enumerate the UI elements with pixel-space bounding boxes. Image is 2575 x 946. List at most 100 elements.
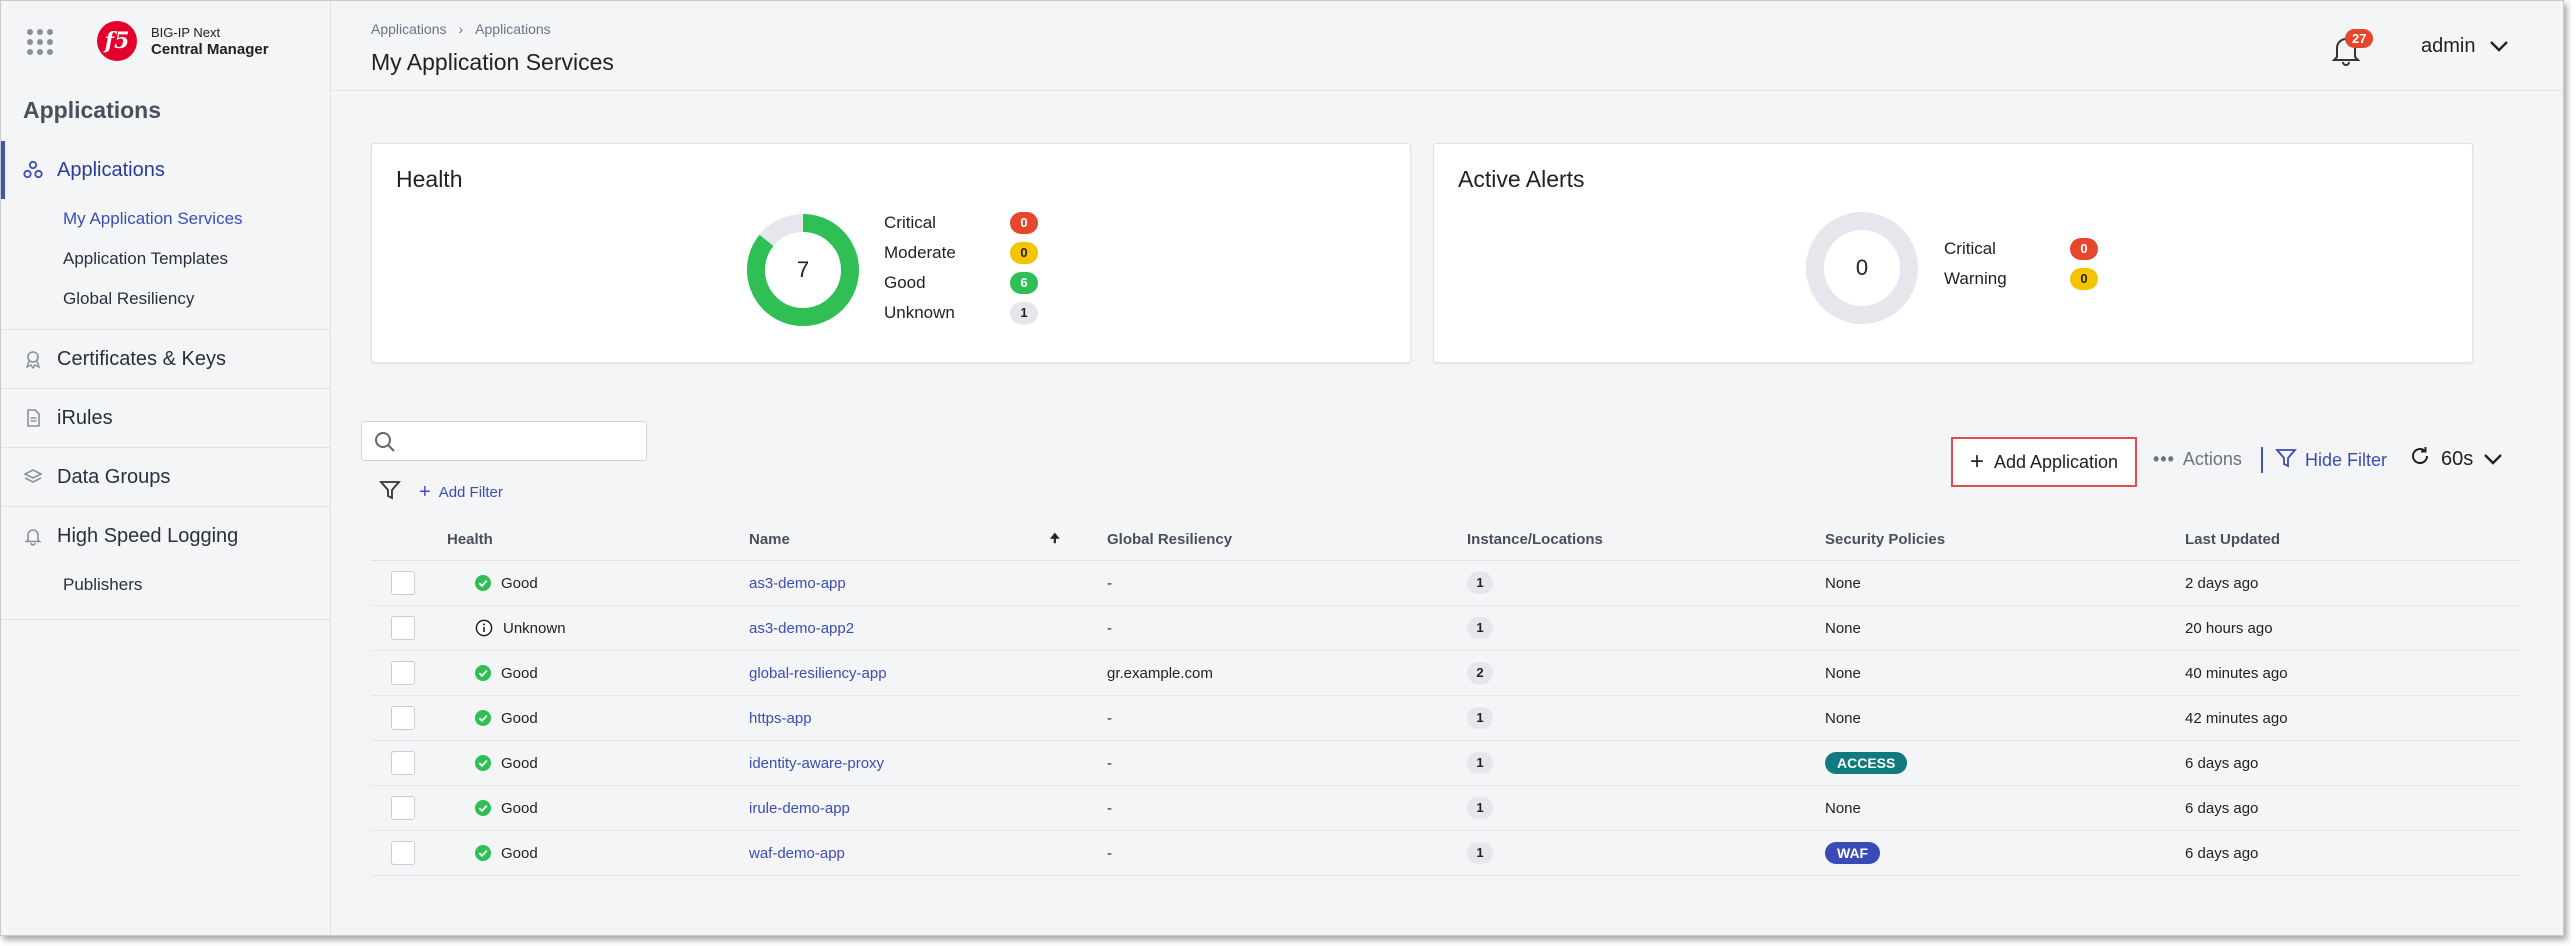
name-cell: as3-demo-app2 xyxy=(749,620,1107,637)
security-policies-cell: None xyxy=(1825,575,2185,592)
application-name-link[interactable]: as3-demo-app xyxy=(749,575,846,592)
sidebar-item-certificates-keys[interactable]: Certificates & Keys xyxy=(1,330,331,388)
legend-label: Critical xyxy=(1944,239,1996,258)
table-row[interactable]: Good https-app - 1 None 42 minutes ago xyxy=(371,696,2521,741)
hide-filter-button[interactable]: Hide Filter xyxy=(2275,447,2387,474)
add-filter-link[interactable]: Add Filter xyxy=(439,484,503,501)
app-window: f5 BIG-IP Next Central Manager Applicati… xyxy=(0,0,2564,936)
health-card-title: Health xyxy=(396,166,463,192)
instances-cell: 1 xyxy=(1467,617,1825,639)
breadcrumb-link-applications[interactable]: Applications xyxy=(371,21,447,37)
refresh-interval: 60s xyxy=(2441,447,2474,470)
column-global-resiliency[interactable]: Global Resiliency xyxy=(1107,531,1467,548)
search-input[interactable] xyxy=(361,421,647,461)
user-menu[interactable]: admin xyxy=(2421,35,2509,58)
sidebar-subitem-application-templates[interactable]: Application Templates xyxy=(1,239,331,279)
top-header: Applications › Applications My Applicati… xyxy=(331,1,2563,91)
sidebar-item-label: Data Groups xyxy=(57,465,171,488)
table-row[interactable]: Good global-resiliency-app gr.example.co… xyxy=(371,651,2521,696)
column-health[interactable]: Health xyxy=(447,531,749,548)
global-resiliency-cell: - xyxy=(1107,799,1112,817)
breadcrumb-current[interactable]: Applications xyxy=(475,21,551,37)
app-switcher-icon[interactable] xyxy=(27,29,53,55)
actions-label: Actions xyxy=(2182,449,2242,469)
row-checkbox[interactable] xyxy=(391,661,415,685)
application-name-link[interactable]: waf-demo-app xyxy=(749,845,845,862)
row-checkbox[interactable] xyxy=(391,841,415,865)
table-row[interactable]: Good identity-aware-proxy - 1 ACCESS 6 d… xyxy=(371,741,2521,786)
instance-count-badge[interactable]: 1 xyxy=(1467,617,1493,639)
instances-cell: 1 xyxy=(1467,752,1825,774)
sidebar-item-high-speed-logging[interactable]: High Speed Logging xyxy=(1,507,331,565)
legend-label: Good xyxy=(884,273,926,292)
global-resiliency-cell: gr.example.com xyxy=(1107,664,1213,682)
refresh-icon[interactable] xyxy=(2409,445,2431,473)
row-checkbox[interactable] xyxy=(391,706,415,730)
nav-section-data-groups: Data Groups xyxy=(1,448,331,507)
sort-ascending-icon[interactable]: 🠉 xyxy=(1050,529,1060,550)
instance-count-badge[interactable]: 1 xyxy=(1467,752,1493,774)
sidebar-subitem-my-application-services[interactable]: My Application Services xyxy=(1,199,331,239)
applications-table: Health Name 🠉 Global Resiliency Instance… xyxy=(371,519,2521,876)
security-policy-text: None xyxy=(1825,619,1861,637)
column-security-policies[interactable]: Security Policies xyxy=(1825,531,2185,548)
instance-count-badge[interactable]: 2 xyxy=(1467,662,1493,684)
row-checkbox[interactable] xyxy=(391,571,415,595)
row-checkbox[interactable] xyxy=(391,796,415,820)
count-badge: 0 xyxy=(1010,212,1038,234)
add-application-button[interactable]: + Add Application xyxy=(1951,437,2137,487)
application-name-link[interactable]: global-resiliency-app xyxy=(749,665,887,682)
count-badge: 1 xyxy=(1010,302,1038,324)
filter-icon[interactable] xyxy=(379,479,401,505)
instance-count-badge[interactable]: 1 xyxy=(1467,842,1493,864)
column-last-updated[interactable]: Last Updated xyxy=(2185,531,2485,548)
instance-count-badge[interactable]: 1 xyxy=(1467,797,1493,819)
global-resiliency-cell: - xyxy=(1107,709,1112,727)
count-badge: 0 xyxy=(2070,268,2098,290)
name-cell: https-app xyxy=(749,710,1107,727)
security-policy-tag[interactable]: ACCESS xyxy=(1825,752,1908,774)
table-row[interactable]: Good irule-demo-app - 1 None 6 days ago xyxy=(371,786,2521,831)
legend-label: Unknown xyxy=(884,303,955,322)
sidebar-subitem-publishers[interactable]: Publishers xyxy=(1,565,331,605)
sidebar-item-irules[interactable]: iRules xyxy=(1,389,331,447)
last-updated-cell: 2 days ago xyxy=(2185,574,2259,592)
instances-cell: 1 xyxy=(1467,842,1825,864)
row-checkbox[interactable] xyxy=(391,616,415,640)
security-policies-cell: ACCESS xyxy=(1825,752,2185,774)
global-resiliency-cell: - xyxy=(1107,619,1112,637)
table-row[interactable]: Good as3-demo-app - 1 None 2 days ago xyxy=(371,561,2521,606)
application-name-link[interactable]: as3-demo-app2 xyxy=(749,620,854,637)
instance-count-badge[interactable]: 1 xyxy=(1467,572,1493,594)
sidebar-item-data-groups[interactable]: Data Groups xyxy=(1,448,331,506)
sidebar-item-applications[interactable]: Applications xyxy=(1,141,331,199)
sidebar-subitem-global-resiliency[interactable]: Global Resiliency xyxy=(1,279,331,319)
security-policy-tag[interactable]: WAF xyxy=(1825,842,1881,864)
check-circle-icon xyxy=(475,710,491,726)
global-resiliency-cell: - xyxy=(1107,844,1112,862)
column-name[interactable]: Name 🠉 xyxy=(749,529,1107,550)
table-header: Health Name 🠉 Global Resiliency Instance… xyxy=(371,519,2521,561)
chevron-down-icon[interactable] xyxy=(2483,448,2503,471)
last-updated-cell: 6 days ago xyxy=(2185,799,2259,817)
actions-menu[interactable]: ••• Actions xyxy=(2153,449,2242,470)
filter-icon xyxy=(2275,447,2297,474)
health-cell: Good xyxy=(447,800,749,817)
application-name-link[interactable]: irule-demo-app xyxy=(749,800,850,817)
column-instance-locations[interactable]: Instance/Locations xyxy=(1467,531,1825,548)
instance-count-badge[interactable]: 1 xyxy=(1467,707,1493,729)
alerts-card-title: Active Alerts xyxy=(1458,166,1585,192)
layers-icon xyxy=(23,467,43,487)
legend-label: Moderate xyxy=(884,243,956,262)
health-status: Good xyxy=(501,574,538,592)
health-status: Good xyxy=(501,799,538,817)
table-row[interactable]: Good waf-demo-app - 1 WAF 6 days ago xyxy=(371,831,2521,876)
table-row[interactable]: Unknown as3-demo-app2 - 1 None 20 hours … xyxy=(371,606,2521,651)
nav-section-certificates: Certificates & Keys xyxy=(1,330,331,389)
health-status: Good xyxy=(501,844,538,862)
legend-label: Warning xyxy=(1944,269,2007,288)
application-name-link[interactable]: https-app xyxy=(749,710,812,727)
refresh-control[interactable]: 60s xyxy=(2409,445,2503,473)
row-checkbox[interactable] xyxy=(391,751,415,775)
application-name-link[interactable]: identity-aware-proxy xyxy=(749,755,884,772)
